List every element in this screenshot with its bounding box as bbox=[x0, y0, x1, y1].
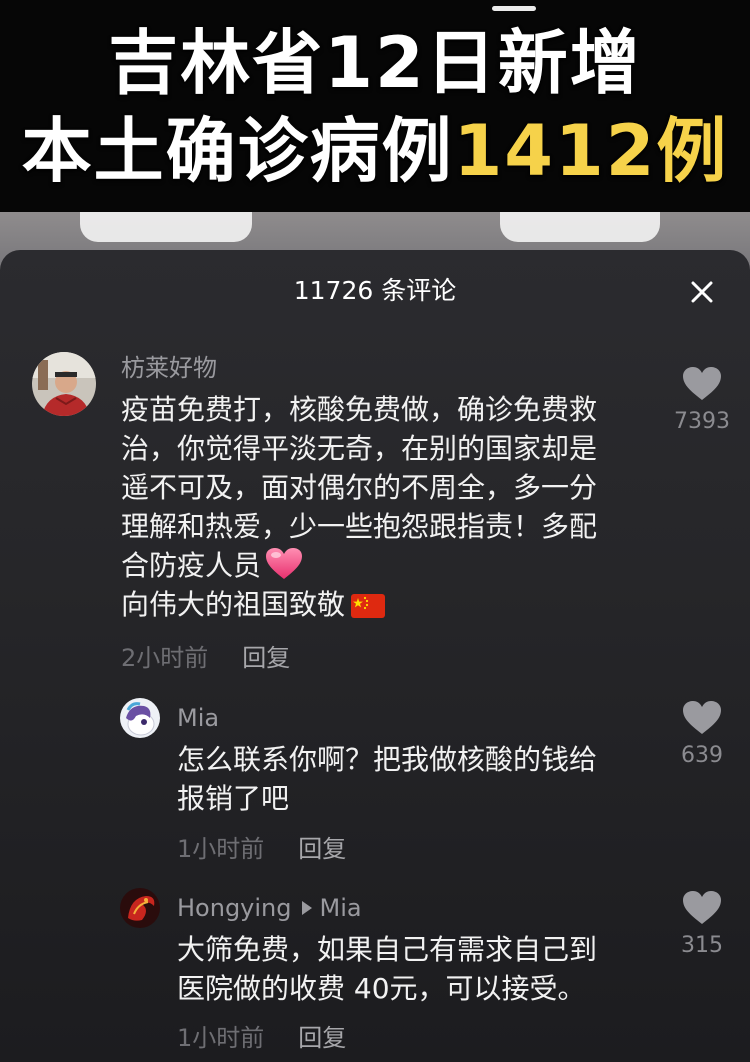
reply-meta: 1小时前 回复 bbox=[177, 1022, 346, 1054]
reply-time: 1小时前 bbox=[177, 835, 265, 863]
reply-time: 1小时前 bbox=[177, 1024, 265, 1052]
avatar[interactable] bbox=[120, 698, 160, 738]
like-button[interactable]: 639 bbox=[662, 700, 742, 770]
heart-emoji-icon bbox=[266, 548, 303, 579]
video-headline-line2: 本土确诊病例1412例 bbox=[0, 106, 750, 196]
comment-text-line: 治，你觉得平淡无奇，在别的国家却是 bbox=[121, 432, 598, 465]
user-avatar-icon bbox=[120, 698, 160, 738]
comment-text-line: 遥不可及，面对偶尔的不周全，多一分 bbox=[121, 471, 598, 504]
user-avatar-icon bbox=[32, 352, 96, 416]
comment-text-line: 向伟大的祖国致敬 bbox=[121, 585, 651, 624]
status-indicator bbox=[492, 6, 536, 11]
comment-username[interactable]: 枋莱好物 bbox=[121, 352, 217, 384]
reply-arrow-icon bbox=[301, 901, 312, 915]
reply-text-line: 报销了吧 bbox=[177, 782, 290, 815]
reply-button[interactable]: 回复 bbox=[298, 1024, 346, 1052]
china-flag-emoji-icon bbox=[351, 594, 386, 618]
comments-sheet: 11726 条评论 枋莱好物 疫苗免费打，核酸免费做，确诊免费救 治，你觉得平淡… bbox=[0, 250, 750, 1062]
comment-text: 疫苗免费打，核酸免费做，确诊免费救 治，你觉得平淡无奇，在别的国家却是 遥不可及… bbox=[121, 390, 651, 624]
like-count: 639 bbox=[681, 743, 723, 768]
reply-button[interactable]: 回复 bbox=[298, 835, 346, 863]
reply-text-line: 大筛免费，如果自己有需求自己到 bbox=[177, 933, 598, 966]
avatar[interactable] bbox=[32, 352, 96, 416]
comment-text-segment: 合防疫人员 bbox=[121, 549, 262, 582]
reply-meta: 1小时前 回复 bbox=[177, 833, 346, 865]
comment-text-line: 合防疫人员 bbox=[121, 546, 651, 585]
video-headline-line1: 吉林省12日新增 bbox=[108, 22, 642, 104]
reply-button[interactable]: 回复 bbox=[242, 644, 290, 672]
comment-text-segment: 向伟大的祖国致敬 bbox=[121, 588, 346, 621]
heart-icon bbox=[683, 367, 721, 400]
reply-username-row: Hongying Mia bbox=[177, 892, 362, 924]
reply-text-line: 医院做的收费 40元，可以接受。 bbox=[177, 972, 586, 1005]
avatar[interactable] bbox=[120, 888, 160, 928]
comment-text-line: 理解和热爱，少一些抱怨跟指责！多配 bbox=[121, 510, 598, 543]
headline-main-text: 本土确诊病例 bbox=[21, 110, 454, 192]
like-count: 315 bbox=[681, 933, 723, 958]
comment-text-line: 疫苗免费打，核酸免费做，确诊免费救 bbox=[121, 393, 598, 426]
ceiling-light bbox=[80, 212, 252, 242]
like-button[interactable]: 315 bbox=[662, 890, 742, 960]
reply-username[interactable]: Hongying bbox=[177, 894, 292, 922]
reply-username[interactable]: Mia bbox=[177, 702, 219, 734]
close-icon bbox=[691, 281, 713, 303]
comment-time: 2小时前 bbox=[121, 644, 209, 672]
like-count: 7393 bbox=[674, 409, 730, 434]
ceiling-light bbox=[500, 212, 660, 242]
heart-icon bbox=[683, 891, 721, 924]
reply-text-line: 怎么联系你啊？把我做核酸的钱给 bbox=[177, 743, 598, 776]
close-button[interactable] bbox=[682, 272, 722, 312]
user-avatar-icon bbox=[120, 888, 160, 928]
like-button[interactable]: 7393 bbox=[662, 366, 742, 436]
reply-text: 怎么联系你啊？把我做核酸的钱给 报销了吧 bbox=[177, 740, 647, 818]
comments-count-title: 11726 条评论 bbox=[293, 276, 457, 305]
video-frame: 吉林省12日新增 本土确诊病例1412例 bbox=[0, 0, 750, 215]
reply-to-username[interactable]: Mia bbox=[320, 894, 362, 922]
comment-meta: 2小时前 回复 bbox=[121, 642, 290, 674]
headline-highlight-text: 1412例 bbox=[453, 110, 729, 192]
reply-text: 大筛免费，如果自己有需求自己到 医院做的收费 40元，可以接受。 bbox=[177, 930, 647, 1008]
heart-icon bbox=[683, 701, 721, 734]
